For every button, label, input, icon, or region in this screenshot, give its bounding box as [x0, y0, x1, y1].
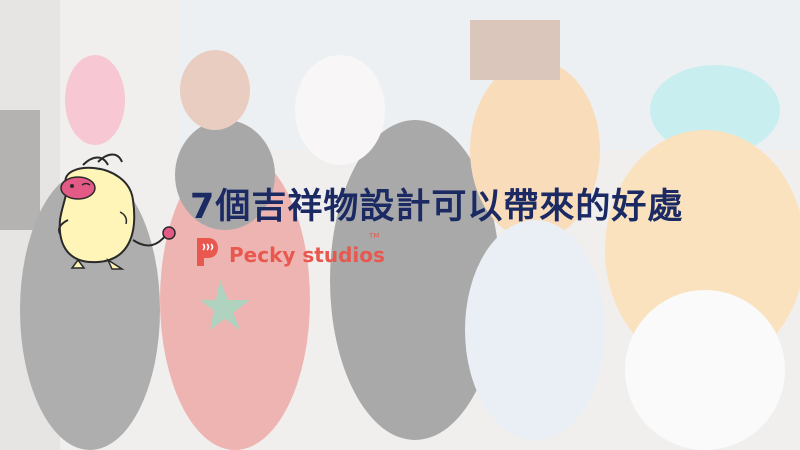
pecky-logo-icon [193, 236, 219, 272]
mascot-illustration [38, 150, 188, 275]
trademark-mark: TM [369, 232, 380, 240]
brand-lockup: Pecky studios TM [193, 232, 385, 272]
brand-name: Pecky studios [229, 243, 385, 267]
banner: 7個吉祥物設計可以帶來的好處 Pecky studios TM [0, 0, 800, 450]
page-title: 7個吉祥物設計可以帶來的好處 [190, 187, 684, 227]
